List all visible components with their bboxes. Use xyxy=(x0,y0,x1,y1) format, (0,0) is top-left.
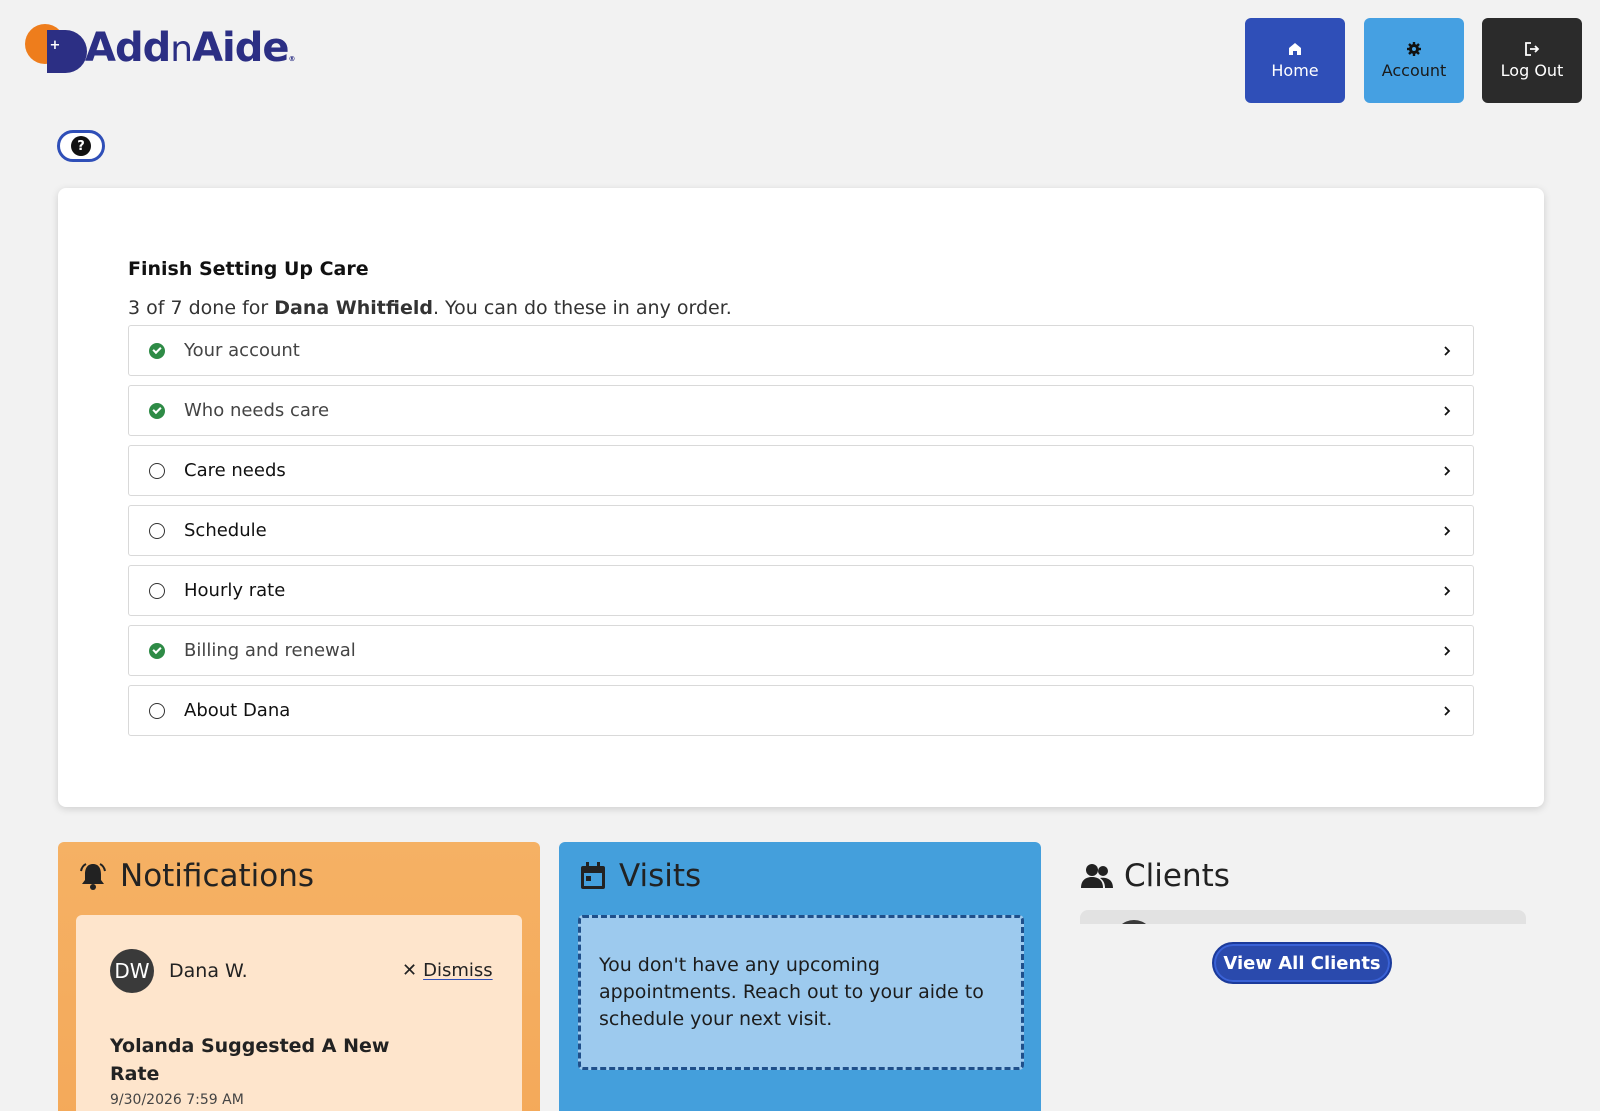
view-all-clients-button[interactable]: View All Clients xyxy=(1212,942,1392,984)
clients-list xyxy=(1080,910,1526,924)
help-icon: ? xyxy=(71,136,91,156)
avatar xyxy=(1114,920,1154,924)
setup-step-item[interactable]: Who needs care xyxy=(128,385,1474,436)
help-button[interactable]: ? xyxy=(57,130,105,162)
dismiss-button[interactable]: ✕ Dismiss xyxy=(402,960,493,981)
notification-sender: Dana W. xyxy=(169,960,248,982)
setup-progress: 3 of 7 done for Dana Whitfield. You can … xyxy=(128,297,732,319)
calendar-icon xyxy=(581,862,605,889)
setup-title: Finish Setting Up Care xyxy=(128,258,369,280)
gear-icon xyxy=(1407,42,1421,56)
chevron-right-icon xyxy=(1444,405,1451,416)
logout-label: Log Out xyxy=(1500,61,1564,80)
chevron-right-icon xyxy=(1444,645,1451,656)
clients-title: Clients xyxy=(1124,858,1230,894)
chevron-right-icon xyxy=(1444,345,1451,356)
setup-step-label: Your account xyxy=(184,340,300,361)
account-label: Account xyxy=(1381,61,1447,80)
users-icon xyxy=(1081,864,1113,888)
brand-logo[interactable]: + AddnAide® xyxy=(25,22,296,74)
clients-header: Clients xyxy=(1080,858,1230,894)
empty-circle-icon xyxy=(149,702,165,719)
chevron-right-icon xyxy=(1444,585,1451,596)
setup-step-item[interactable]: Schedule xyxy=(128,505,1474,556)
visits-header: Visits xyxy=(579,858,701,894)
notifications-panel: Notifications DW Dana W. ✕ Dismiss Yolan… xyxy=(58,842,540,1111)
setup-step-label: About Dana xyxy=(184,700,291,721)
notifications-header: Notifications xyxy=(78,858,314,894)
notification-item[interactable]: DW Dana W. ✕ Dismiss Yolanda Suggested A… xyxy=(76,915,522,1111)
setup-step-item[interactable]: Billing and renewal xyxy=(128,625,1474,676)
setup-step-label: Care needs xyxy=(184,460,286,481)
home-button[interactable]: Home xyxy=(1245,18,1345,103)
avatar: DW xyxy=(110,949,154,993)
notification-message: Yolanda Suggested A New Rate xyxy=(110,1035,390,1085)
empty-circle-icon xyxy=(149,462,165,479)
close-icon: ✕ xyxy=(402,960,418,981)
setup-step-list: Your account Who needs care Care needs Sche… xyxy=(128,325,1474,745)
chevron-right-icon xyxy=(1444,465,1451,476)
empty-circle-icon xyxy=(149,522,165,539)
visits-title: Visits xyxy=(619,858,702,894)
visits-empty-state: You don't have any upcoming appointments… xyxy=(578,915,1024,1070)
setup-step-item[interactable]: Hourly rate xyxy=(128,565,1474,616)
logout-button[interactable]: Log Out xyxy=(1482,18,1582,103)
dismiss-label: Dismiss xyxy=(423,960,493,981)
chevron-right-icon xyxy=(1444,525,1451,536)
check-circle-icon xyxy=(149,402,165,419)
home-icon xyxy=(1289,43,1301,55)
setup-checklist-card: Finish Setting Up Care 3 of 7 done for D… xyxy=(58,188,1544,807)
account-button[interactable]: Account xyxy=(1364,18,1464,103)
setup-step-item[interactable]: Care needs xyxy=(128,445,1474,496)
setup-step-label: Hourly rate xyxy=(184,580,286,601)
chevron-right-icon xyxy=(1444,705,1451,716)
setup-step-label: Billing and renewal xyxy=(184,640,356,661)
check-circle-icon xyxy=(149,342,165,359)
client-name: Dana Whitfield xyxy=(274,297,433,319)
setup-step-label: Who needs care xyxy=(184,400,330,421)
setup-step-item[interactable]: About Dana xyxy=(128,685,1474,736)
setup-step-label: Schedule xyxy=(184,520,267,541)
logo-mark-icon: + xyxy=(25,22,87,74)
empty-circle-icon xyxy=(149,582,165,599)
logout-icon xyxy=(1525,42,1540,56)
home-label: Home xyxy=(1271,61,1319,80)
visits-panel: Visits You don't have any upcoming appoi… xyxy=(559,842,1041,1111)
notification-timestamp: 9/30/2026 7:59 AM xyxy=(110,1092,244,1108)
brand-name: AddnAide® xyxy=(85,25,296,71)
setup-step-item[interactable]: Your account xyxy=(128,325,1474,376)
check-circle-icon xyxy=(149,642,165,659)
notifications-title: Notifications xyxy=(120,858,315,894)
bell-icon xyxy=(80,863,106,890)
